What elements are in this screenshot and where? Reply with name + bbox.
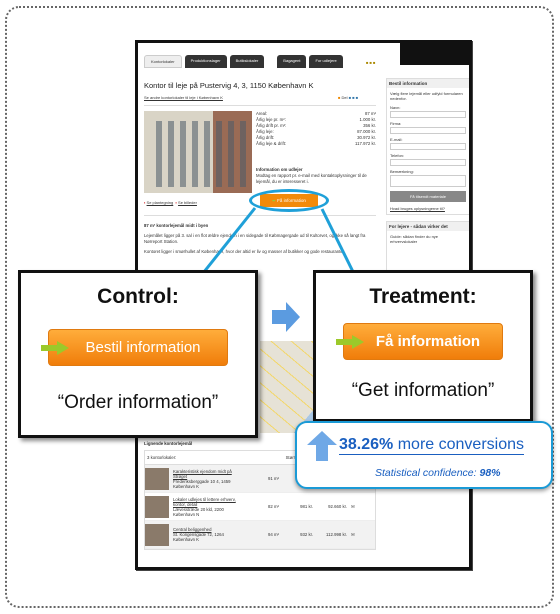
lift-label: more conversions bbox=[397, 436, 524, 453]
lift-percent: 38.26% bbox=[339, 436, 394, 453]
conversion-lift: 38.26% more conversions bbox=[339, 436, 524, 455]
control-quote: “Order information” bbox=[57, 392, 219, 413]
transition-arrow-icon bbox=[272, 302, 300, 332]
confidence: Statistical confidence: 98% bbox=[375, 467, 501, 479]
control-button-label: Bestil information bbox=[85, 339, 201, 356]
treatment-heading: Treatment: bbox=[369, 285, 477, 308]
up-arrow-icon bbox=[307, 431, 337, 461]
confidence-value: 98% bbox=[479, 467, 501, 479]
result-callout: 38.26% more conversions Statistical conf… bbox=[295, 421, 553, 489]
treatment-card: Treatment: Få information “Get informati… bbox=[313, 270, 533, 422]
green-arrow-icon bbox=[41, 341, 69, 355]
treatment-button: Få information bbox=[336, 323, 503, 360]
control-heading: Control: bbox=[97, 285, 179, 308]
control-button: Bestil information bbox=[41, 329, 228, 366]
treatment-quote: “Get information” bbox=[351, 380, 495, 401]
control-card: Control: Bestil information “Order infor… bbox=[18, 270, 258, 438]
green-arrow-icon bbox=[336, 335, 364, 349]
confidence-label: Statistical confidence: bbox=[375, 467, 477, 479]
treatment-button-label: Få information bbox=[375, 333, 481, 350]
